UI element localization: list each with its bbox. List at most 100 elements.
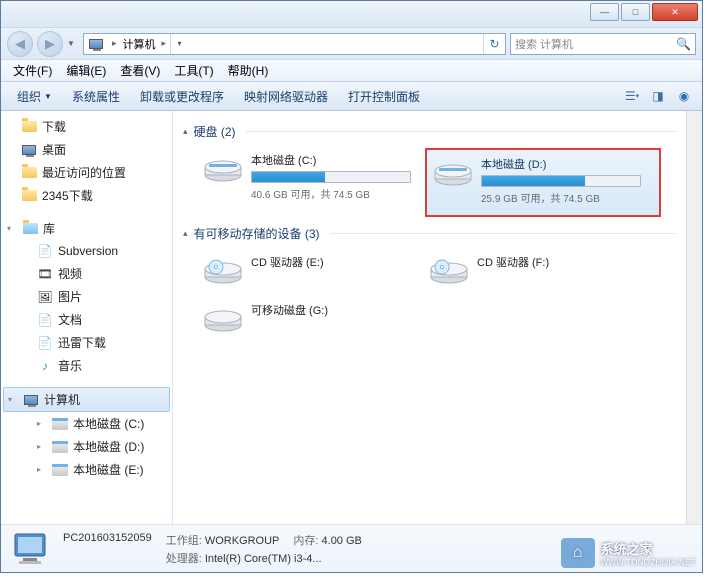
drive-label: 本地磁盘 (C:)	[251, 152, 411, 168]
sidebar-item-libraries[interactable]: ▾库	[1, 217, 172, 240]
category-removable[interactable]: ▴ 有可移动存储的设备 (3)	[183, 225, 676, 242]
forward-button[interactable]: ▶	[37, 31, 63, 57]
content-pane: ▴ 硬盘 (2) 本地磁盘 (C:) 40.6 GB 可用，共 74.5 GB	[173, 111, 686, 524]
separator	[246, 131, 676, 132]
navigation-pane: 下载 桌面 最近访问的位置 2345下载 ▾库 📄Subversion 🎞视频 …	[1, 111, 173, 524]
category-hard-disks[interactable]: ▴ 硬盘 (2)	[183, 123, 676, 140]
cpu-value: Intel(R) Core(TM) i3-4...	[205, 553, 322, 565]
folder-icon	[21, 188, 37, 204]
breadcrumb-caret[interactable]: ▸	[108, 38, 121, 49]
sidebar-item-downloads[interactable]: 下载	[1, 115, 172, 138]
expand-icon[interactable]: ▸	[37, 442, 47, 451]
category-label: 硬盘 (2)	[194, 123, 236, 140]
breadcrumb-root[interactable]: 计算机	[121, 36, 158, 52]
expand-icon[interactable]: ▸	[37, 465, 47, 474]
maximize-button[interactable]: □	[621, 3, 650, 21]
control-panel-button[interactable]: 打开控制面板	[338, 84, 430, 109]
view-options-button[interactable]: ☰▾	[620, 85, 644, 107]
close-button[interactable]: ✕	[652, 3, 698, 21]
back-button[interactable]: ◀	[7, 31, 33, 57]
folder-icon: 📄	[37, 335, 53, 351]
category-label: 有可移动存储的设备 (3)	[194, 225, 320, 242]
sidebar-item-disk-d[interactable]: ▸本地磁盘 (D:)	[1, 435, 172, 458]
drive-label: CD 驱动器 (F:)	[477, 254, 637, 270]
sidebar-item-disk-e[interactable]: ▸本地磁盘 (E:)	[1, 458, 172, 481]
system-properties-button[interactable]: 系统属性	[62, 84, 130, 109]
drive-d[interactable]: 本地磁盘 (D:) 25.9 GB 可用，共 74.5 GB	[425, 148, 661, 217]
titlebar: — □ ✕	[1, 1, 702, 27]
menu-tools[interactable]: 工具(T)	[168, 60, 219, 81]
drive-capacity: 25.9 GB 可用，共 74.5 GB	[481, 190, 649, 205]
watermark-text: 系统之家	[601, 539, 696, 558]
drive-removable-g[interactable]: 可移动磁盘 (G:)	[199, 298, 415, 338]
help-button[interactable]: ◉	[672, 85, 696, 107]
address-bar[interactable]: ▸ 计算机 ▸ ▾ ↻	[83, 33, 506, 55]
workgroup-label: 工作组:	[166, 535, 202, 547]
sidebar-item-subversion[interactable]: 📄Subversion	[1, 240, 172, 262]
hdd-icon	[203, 152, 243, 184]
sidebar-item-computer[interactable]: ▾计算机	[3, 387, 170, 412]
sidebar-item-documents[interactable]: 📄文档	[1, 308, 172, 331]
sidebar-item-pictures[interactable]: 🖼图片	[1, 285, 172, 308]
expand-icon[interactable]: ▸	[37, 419, 47, 428]
details-name: PC201603152059	[63, 532, 152, 548]
sidebar-item-desktop[interactable]: 桌面	[1, 138, 172, 161]
history-dropdown[interactable]: ▼	[67, 39, 79, 48]
window-buttons: — □ ✕	[590, 3, 698, 21]
file-icon: 📄	[37, 243, 53, 259]
minimize-button[interactable]: —	[590, 3, 619, 21]
drive-c[interactable]: 本地磁盘 (C:) 40.6 GB 可用，共 74.5 GB	[199, 148, 415, 217]
organize-button[interactable]: 组织▼	[7, 84, 62, 109]
menu-bar: 文件(F) 编辑(E) 查看(V) 工具(T) 帮助(H)	[1, 59, 702, 81]
folder-icon	[21, 119, 37, 135]
address-dropdown[interactable]: ▾	[170, 34, 188, 54]
drive-cd-e[interactable]: CD 驱动器 (E:)	[199, 250, 415, 290]
close-icon: ✕	[671, 7, 679, 18]
sidebar-item-xunlei[interactable]: 📄迅雷下载	[1, 331, 172, 354]
explorer-window: — □ ✕ ◀ ▶ ▼ ▸ 计算机 ▸ ▾ ↻ 搜索 计算机 🔍 文件(F) 编…	[0, 0, 703, 573]
body: 下载 桌面 最近访问的位置 2345下载 ▾库 📄Subversion 🎞视频 …	[1, 111, 702, 524]
search-icon: 🔍	[676, 37, 691, 51]
search-input[interactable]: 搜索 计算机 🔍	[510, 33, 696, 55]
breadcrumb-caret[interactable]: ▸	[158, 38, 171, 49]
scrollbar[interactable]	[686, 111, 702, 524]
menu-help[interactable]: 帮助(H)	[222, 60, 275, 81]
navigation-bar: ◀ ▶ ▼ ▸ 计算机 ▸ ▾ ↻ 搜索 计算机 🔍	[1, 27, 702, 59]
sidebar-item-videos[interactable]: 🎞视频	[1, 262, 172, 285]
capacity-bar	[481, 175, 641, 187]
sidebar-item-2345[interactable]: 2345下载	[1, 184, 172, 207]
drive-cd-f[interactable]: CD 驱动器 (F:)	[425, 250, 641, 290]
watermark: ⌂ 系统之家 WWW.TONGZHIJIA.NET	[561, 538, 696, 568]
memory-value: 4.00 GB	[322, 535, 362, 547]
memory-label: 内存:	[293, 535, 318, 547]
pictures-icon: 🖼	[37, 289, 53, 305]
command-bar: 组织▼ 系统属性 卸载或更改程序 映射网络驱动器 打开控制面板 ☰▾ ◨ ◉	[1, 81, 702, 111]
expand-icon[interactable]: ▾	[8, 395, 18, 404]
disk-icon	[52, 439, 68, 455]
maximize-icon: □	[633, 7, 638, 17]
separator	[330, 233, 676, 234]
collapse-icon[interactable]: ▴	[183, 126, 188, 137]
map-drive-button[interactable]: 映射网络驱动器	[234, 84, 338, 109]
drive-label: 本地磁盘 (D:)	[481, 156, 649, 172]
sidebar-item-music[interactable]: ♪音乐	[1, 354, 172, 377]
cpu-label: 处理器:	[166, 553, 202, 565]
menu-view[interactable]: 查看(V)	[114, 60, 166, 81]
computer-icon	[88, 36, 104, 52]
menu-file[interactable]: 文件(F)	[7, 60, 58, 81]
sidebar-item-recent[interactable]: 最近访问的位置	[1, 161, 172, 184]
libraries-icon	[22, 221, 38, 237]
drive-capacity: 40.6 GB 可用，共 74.5 GB	[251, 186, 411, 201]
sidebar-item-disk-c[interactable]: ▸本地磁盘 (C:)	[1, 412, 172, 435]
disk-icon	[52, 416, 68, 432]
preview-pane-button[interactable]: ◨	[646, 85, 670, 107]
uninstall-button[interactable]: 卸载或更改程序	[130, 84, 234, 109]
expand-icon[interactable]: ▾	[7, 224, 17, 233]
menu-edit[interactable]: 编辑(E)	[60, 60, 112, 81]
computer-large-icon	[11, 530, 53, 568]
documents-icon: 📄	[37, 312, 53, 328]
refresh-button[interactable]: ↻	[483, 34, 505, 54]
collapse-icon[interactable]: ▴	[183, 228, 188, 239]
drive-label: 可移动磁盘 (G:)	[251, 302, 411, 318]
watermark-url: WWW.TONGZHIJIA.NET	[601, 558, 696, 567]
